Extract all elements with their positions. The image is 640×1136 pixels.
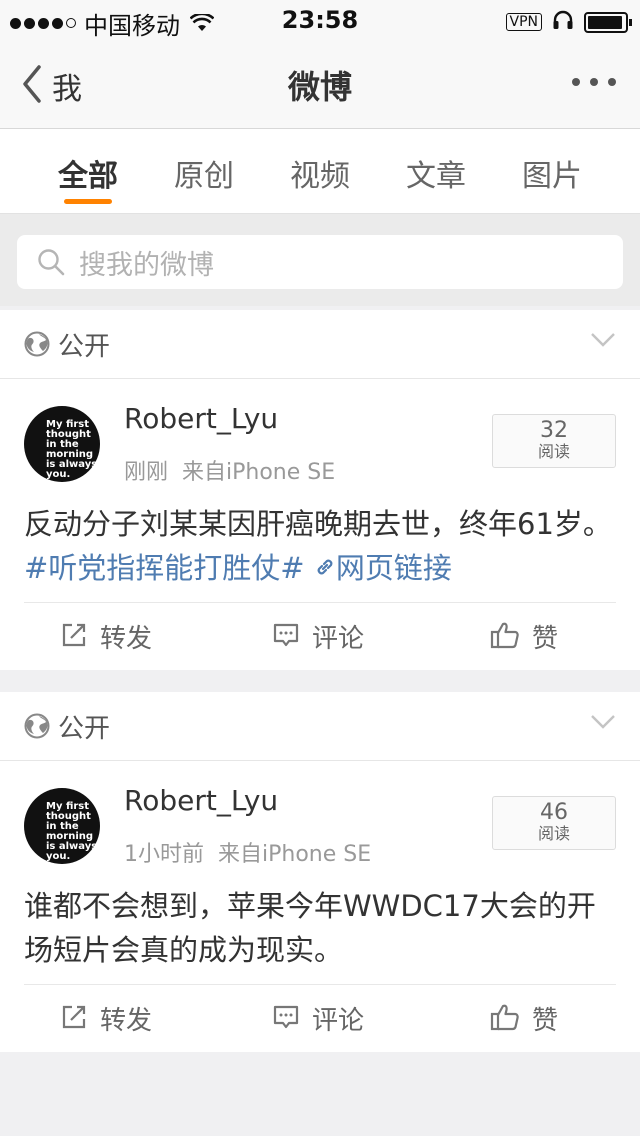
post-body: 谁都不会想到，苹果今年WWDC17大会的开场短片会真的成为现实。: [24, 889, 596, 967]
visibility-row: 公开: [0, 692, 640, 761]
post-text: 反动分子刘某某因肝癌晚期去世，终年61岁。 #听党指挥能打胜仗# 网页链接: [24, 502, 620, 590]
repost-button[interactable]: 转发: [60, 1000, 152, 1037]
post-time: 1小时前: [124, 842, 204, 867]
tab-photos[interactable]: 图片: [522, 151, 582, 195]
post-time: 刚刚: [124, 460, 169, 485]
avatar[interactable]: My first thought in the morning is always you…: [24, 406, 100, 482]
active-tab-indicator: [64, 199, 112, 204]
read-count-badge: 46 阅读: [492, 796, 616, 850]
post-text: 谁都不会想到，苹果今年WWDC17大会的开场短片会真的成为现实。: [24, 884, 620, 972]
search-placeholder: 搜我的微博: [79, 249, 214, 281]
back-label: 我: [52, 72, 82, 107]
repost-icon: [60, 1003, 88, 1035]
read-label: 阅读: [537, 442, 570, 461]
search-icon: [37, 248, 65, 276]
web-link[interactable]: 网页链接: [314, 551, 452, 585]
globe-icon: [24, 713, 50, 743]
comment-icon: [272, 1003, 300, 1035]
thumbs-up-icon: [490, 620, 520, 654]
read-count: 32: [540, 418, 568, 443]
chevron-down-icon[interactable]: [590, 714, 616, 734]
thumbs-up-icon: [490, 1002, 520, 1036]
post-body: 反动分子刘某某因肝癌晚期去世，终年61岁。: [24, 507, 612, 541]
navigation-bar: 我 微博: [0, 40, 640, 129]
tab-all[interactable]: 全部: [58, 151, 118, 195]
post-source: 来自iPhone SE: [218, 842, 372, 867]
search-section: 搜我的微博: [0, 214, 640, 306]
repost-label: 转发: [100, 624, 153, 654]
more-options-icon[interactable]: [572, 78, 616, 86]
comment-button[interactable]: 评论: [272, 618, 364, 655]
battery-level: [588, 15, 622, 29]
repost-label: 转发: [100, 1006, 153, 1036]
comment-label: 评论: [312, 624, 365, 654]
post-card: 公开 My first thought in the morning is always…: [0, 310, 640, 670]
like-button[interactable]: 赞: [490, 1000, 558, 1037]
page-title: 微博: [287, 68, 352, 106]
status-bar: 中国移动 23:58 VPN: [0, 0, 640, 40]
read-count: 46: [540, 800, 568, 825]
tab-article[interactable]: 文章: [406, 151, 466, 195]
tab-video[interactable]: 视频: [290, 151, 350, 195]
chevron-down-icon[interactable]: [590, 332, 616, 352]
status-right: VPN: [505, 8, 632, 36]
username[interactable]: Robert_Lyu: [124, 402, 278, 435]
like-button[interactable]: 赞: [490, 618, 558, 655]
back-button[interactable]: 我: [22, 64, 82, 108]
tab-original[interactable]: 原创: [174, 151, 234, 195]
vpn-badge: VPN: [505, 13, 542, 31]
comment-icon: [272, 621, 300, 653]
comment-button[interactable]: 评论: [272, 1000, 364, 1037]
battery-icon: [584, 11, 632, 33]
repost-button[interactable]: 转发: [60, 618, 152, 655]
post-meta: 刚刚 来自iPhone SE: [124, 454, 335, 486]
post-meta: 1小时前 来自iPhone SE: [124, 836, 371, 868]
comment-label: 评论: [312, 1006, 365, 1036]
post-actions: 转发 评论 赞: [24, 602, 616, 669]
like-label: 赞: [532, 624, 559, 654]
post-card: 公开 My first thought in the morning is always…: [0, 692, 640, 1052]
read-count-badge: 32 阅读: [492, 414, 616, 468]
web-link-label: 网页链接: [335, 551, 452, 585]
chevron-left-icon: [22, 65, 42, 107]
like-label: 赞: [532, 1006, 559, 1036]
post-source: 来自iPhone SE: [182, 460, 336, 485]
search-input[interactable]: 搜我的微博: [17, 235, 623, 289]
globe-icon: [24, 331, 50, 361]
visibility-row: 公开: [0, 310, 640, 379]
username[interactable]: Robert_Lyu: [124, 784, 278, 817]
topic-link[interactable]: #听党指挥能打胜仗#: [24, 551, 305, 585]
filter-tabs: 全部 原创 视频 文章 图片: [0, 129, 640, 214]
read-label: 阅读: [537, 824, 570, 843]
visibility-label: 公开: [58, 332, 111, 362]
link-icon: [314, 551, 336, 585]
avatar[interactable]: My first thought in the morning is always you…: [24, 788, 100, 864]
post-actions: 转发 评论 赞: [24, 984, 616, 1051]
visibility-label: 公开: [58, 714, 111, 744]
headphones-icon: [552, 8, 574, 36]
repost-icon: [60, 621, 88, 653]
